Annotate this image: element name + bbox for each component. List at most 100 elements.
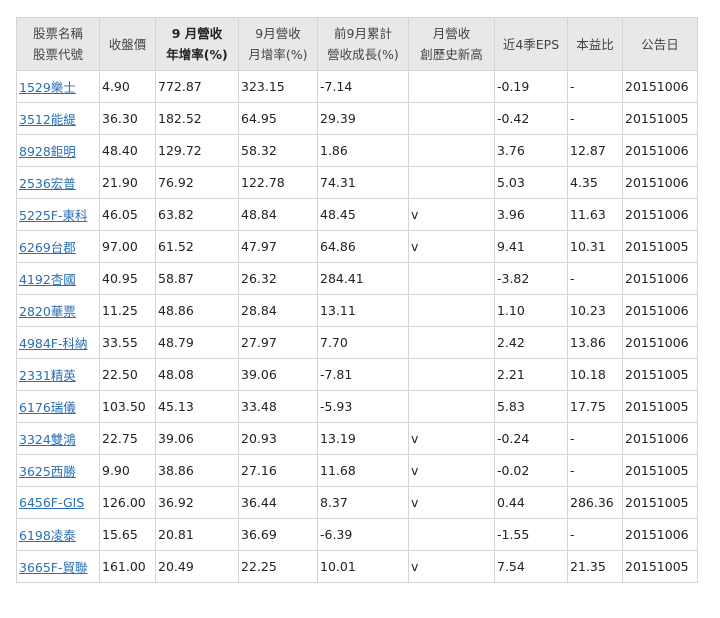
cell-record <box>408 390 495 423</box>
cell-eps: -1.55 <box>494 518 568 551</box>
cell-eps: 5.83 <box>494 390 568 423</box>
stock-link[interactable]: 8928鉅明 <box>19 144 76 159</box>
cell-pe: 13.86 <box>567 326 623 359</box>
stock-link[interactable]: 3512能緹 <box>19 112 76 127</box>
cell-yoy: 58.87 <box>155 262 239 295</box>
cell-close: 40.95 <box>99 262 156 295</box>
column-header-eps: 近4季EPS <box>494 17 568 71</box>
cell-eps: -0.02 <box>494 454 568 487</box>
cell-pe: - <box>567 70 623 103</box>
stock-link[interactable]: 3665F-貿聯 <box>19 560 88 575</box>
cell-close: 22.75 <box>99 422 156 455</box>
cell-record <box>408 326 495 359</box>
column-header-line1: 前9月累計 <box>334 26 392 41</box>
column-header-close: 收盤價 <box>99 17 156 71</box>
stock-link[interactable]: 1529樂士 <box>19 80 76 95</box>
cell-record <box>408 70 495 103</box>
cell-yoy: 36.92 <box>155 486 239 519</box>
stock-link[interactable]: 2536宏普 <box>19 176 76 191</box>
table-header: 股票名稱 股票代號 收盤價 9 月營收 年增率(%) 9月營收 月增率(%) 前9月累計 營收成… <box>16 17 698 71</box>
cell-stock: 6456F-GIS <box>16 486 100 519</box>
column-header-mom: 9月營收 月增率(%) <box>238 17 318 71</box>
table-row: 6198凌泰 15.65 20.81 36.69 -6.39 -1.55-20151006 <box>16 518 698 551</box>
cell-record <box>408 102 495 135</box>
stock-link[interactable]: 2331精英 <box>19 368 76 383</box>
cell-date: 20151005 <box>622 230 698 263</box>
table-row: 6269台郡 97.00 61.52 47.97 64.86 v 9.41 10.31 2015… <box>16 230 698 263</box>
cell-mom: 47.97 <box>238 230 318 263</box>
cell-date: 20151006 <box>622 166 698 199</box>
table-row: 1529樂士 4.90 772.87 323.15 -7.14 -0.19-2015100… <box>16 70 698 103</box>
column-header-line1: 近4季EPS <box>502 36 560 52</box>
cell-close: 33.55 <box>99 326 156 359</box>
cell-mom: 48.84 <box>238 198 318 231</box>
cell-yoy: 76.92 <box>155 166 239 199</box>
cell-pe: - <box>567 422 623 455</box>
cell-mom: 26.32 <box>238 262 318 295</box>
table-row: 2820華票 11.25 48.86 28.84 13.11 1.10 10.23 20151… <box>16 294 698 327</box>
cell-mom: 36.69 <box>238 518 318 551</box>
stock-link[interactable]: 3625西勝 <box>19 464 76 479</box>
cell-eps: 5.03 <box>494 166 568 199</box>
cell-eps: 9.41 <box>494 230 568 263</box>
stock-link[interactable]: 6198凌泰 <box>19 528 76 543</box>
cell-close: 11.25 <box>99 294 156 327</box>
cell-ytd: 10.01 <box>317 550 409 583</box>
stock-link[interactable]: 4192杏國 <box>19 272 76 287</box>
table-row: 2536宏普 21.90 76.92 122.78 74.31 5.03 4.35 20151… <box>16 166 698 199</box>
cell-ytd: -6.39 <box>317 518 409 551</box>
column-header-line1: 9月營收 <box>255 26 301 41</box>
cell-close: 48.40 <box>99 134 156 167</box>
cell-stock: 2820華票 <box>16 294 100 327</box>
cell-stock: 4984F-科納 <box>16 326 100 359</box>
column-header-ytd: 前9月累計 營收成長(%) <box>317 17 409 71</box>
header-row: 股票名稱 股票代號 收盤價 9 月營收 年增率(%) 9月營收 月增率(%) 前9月累計 營收成… <box>16 17 698 71</box>
table-row: 4192杏國 40.95 58.87 26.32 284.41 -3.82-2015100… <box>16 262 698 295</box>
stock-link[interactable]: 5225F-東科 <box>19 208 88 223</box>
cell-pe: 11.63 <box>567 198 623 231</box>
cell-yoy: 48.08 <box>155 358 239 391</box>
column-header-date: 公告日 <box>622 17 698 71</box>
cell-pe: - <box>567 262 623 295</box>
cell-eps: -0.42 <box>494 102 568 135</box>
cell-close: 9.90 <box>99 454 156 487</box>
cell-mom: 27.97 <box>238 326 318 359</box>
stock-link[interactable]: 6269台郡 <box>19 240 76 255</box>
cell-record <box>408 134 495 167</box>
stock-link[interactable]: 6176瑞儀 <box>19 400 76 415</box>
cell-mom: 36.44 <box>238 486 318 519</box>
cell-date: 20151006 <box>622 518 698 551</box>
cell-mom: 22.25 <box>238 550 318 583</box>
cell-ytd: -7.14 <box>317 70 409 103</box>
cell-pe: - <box>567 102 623 135</box>
cell-eps: 2.42 <box>494 326 568 359</box>
cell-stock: 1529樂士 <box>16 70 100 103</box>
cell-ytd: 48.45 <box>317 198 409 231</box>
cell-ytd: 13.11 <box>317 294 409 327</box>
cell-ytd: 8.37 <box>317 486 409 519</box>
cell-close: 21.90 <box>99 166 156 199</box>
cell-record <box>408 518 495 551</box>
cell-pe: 10.23 <box>567 294 623 327</box>
cell-yoy: 20.49 <box>155 550 239 583</box>
cell-ytd: 7.70 <box>317 326 409 359</box>
table-row: 6456F-GIS 126.00 36.92 36.44 8.37 v 0.44 286.36… <box>16 486 698 519</box>
cell-close: 46.05 <box>99 198 156 231</box>
cell-yoy: 20.81 <box>155 518 239 551</box>
cell-ytd: -5.93 <box>317 390 409 423</box>
cell-stock: 6198凌泰 <box>16 518 100 551</box>
table-row: 3512能緹 36.30 182.52 64.95 29.39 -0.42-2015100… <box>16 102 698 135</box>
column-header-line2: 創歷史新高 <box>420 47 483 62</box>
cell-record: v <box>408 230 495 263</box>
stock-link[interactable]: 3324雙鴻 <box>19 432 76 447</box>
stock-link[interactable]: 4984F-科納 <box>19 336 88 351</box>
cell-pe: 286.36 <box>567 486 623 519</box>
cell-eps: 0.44 <box>494 486 568 519</box>
stock-link[interactable]: 6456F-GIS <box>19 495 84 510</box>
cell-ytd: 284.41 <box>317 262 409 295</box>
cell-mom: 39.06 <box>238 358 318 391</box>
cell-pe: 10.31 <box>567 230 623 263</box>
cell-stock: 3665F-貿聯 <box>16 550 100 583</box>
stock-link[interactable]: 2820華票 <box>19 304 76 319</box>
column-header-line1: 月營收 <box>432 26 471 41</box>
